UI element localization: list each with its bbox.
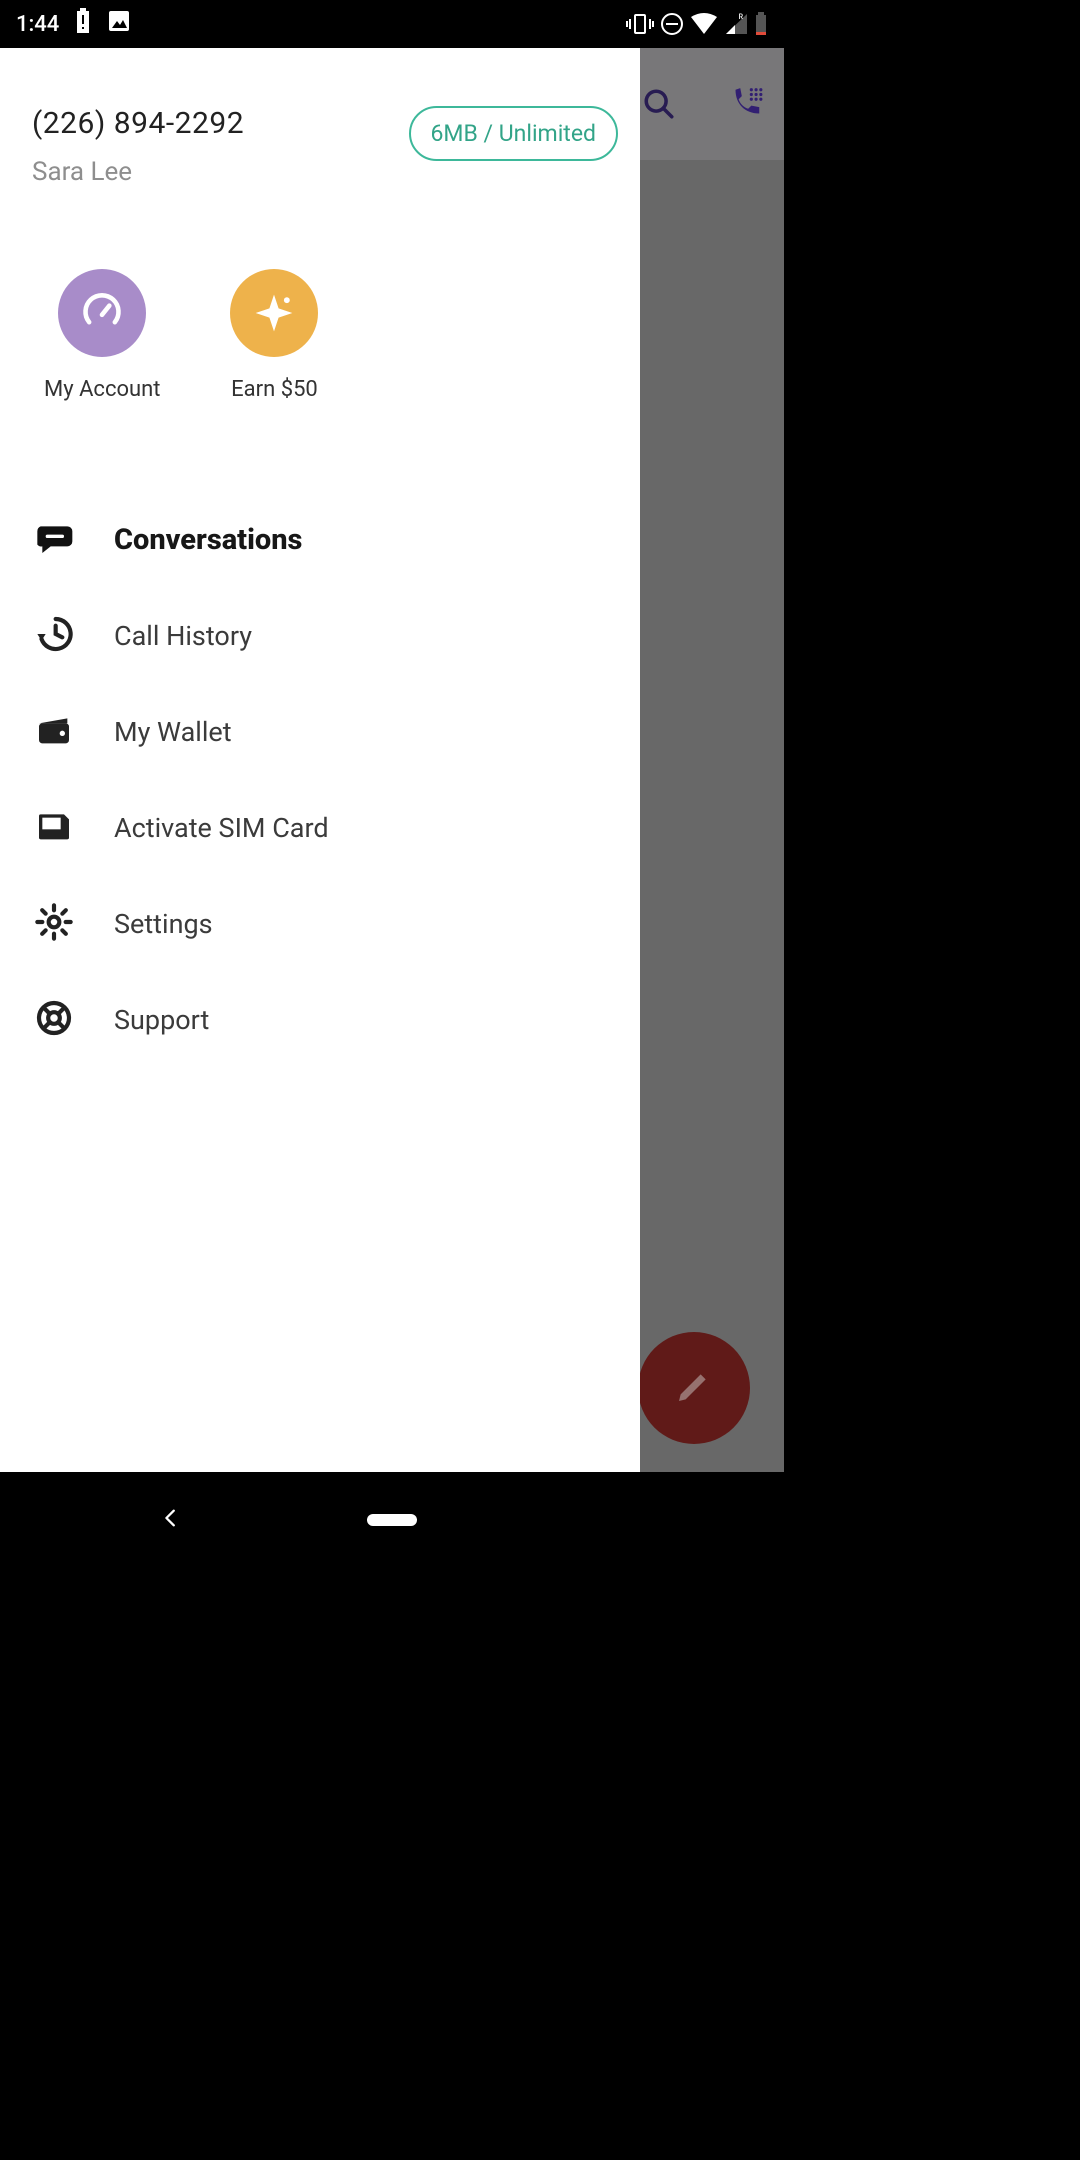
sim-icon: [34, 806, 74, 850]
shortcut-label: Earn $50: [231, 377, 318, 402]
menu-item-support[interactable]: Support: [0, 972, 640, 1068]
my-account-shortcut[interactable]: My Account: [44, 269, 160, 402]
menu-label: Conversations: [114, 523, 302, 557]
menu-item-settings[interactable]: Settings: [0, 876, 640, 972]
dnd-icon: [660, 12, 684, 36]
drawer-menu: Conversations Call History My Wallet Act…: [0, 402, 640, 1068]
wifi-icon: [690, 13, 718, 35]
menu-label: Support: [114, 1004, 209, 1036]
gauge-icon: [58, 269, 146, 357]
history-icon: [34, 614, 74, 658]
account-user-name: Sara Lee: [32, 157, 244, 187]
home-pill[interactable]: [367, 1514, 417, 1526]
menu-label: My Wallet: [114, 716, 232, 748]
gear-icon: [34, 902, 74, 946]
menu-item-wallet[interactable]: My Wallet: [0, 684, 640, 780]
system-nav-bar: [0, 1472, 784, 1568]
menu-item-call-history[interactable]: Call History: [0, 588, 640, 684]
data-usage-pill[interactable]: 6MB / Unlimited: [409, 106, 619, 161]
battery-icon: [754, 12, 768, 36]
sparkle-icon: [230, 269, 318, 357]
battery-alert-icon: [75, 8, 91, 40]
vibrate-icon: [626, 13, 654, 35]
menu-label: Activate SIM Card: [114, 812, 329, 844]
menu-label: Call History: [114, 620, 252, 652]
status-bar: 1:44 R: [0, 0, 784, 48]
chat-icon: [34, 518, 74, 562]
svg-text:R: R: [739, 13, 744, 21]
lifebuoy-icon: [34, 998, 74, 1042]
menu-item-activate-sim[interactable]: Activate SIM Card: [0, 780, 640, 876]
account-phone-number: (226) 894-2292: [32, 106, 244, 141]
menu-label: Settings: [114, 908, 213, 940]
status-time: 1:44: [16, 12, 59, 37]
earn-shortcut[interactable]: Earn $50: [230, 269, 318, 402]
shortcut-label: My Account: [44, 377, 160, 402]
menu-item-conversations[interactable]: Conversations: [0, 492, 640, 588]
navigation-drawer: (226) 894-2292 Sara Lee 6MB / Unlimited …: [0, 48, 640, 1472]
wallet-icon: [34, 710, 74, 754]
image-icon: [107, 9, 131, 39]
back-button[interactable]: [160, 1507, 182, 1533]
cell-signal-icon: R: [724, 13, 748, 35]
